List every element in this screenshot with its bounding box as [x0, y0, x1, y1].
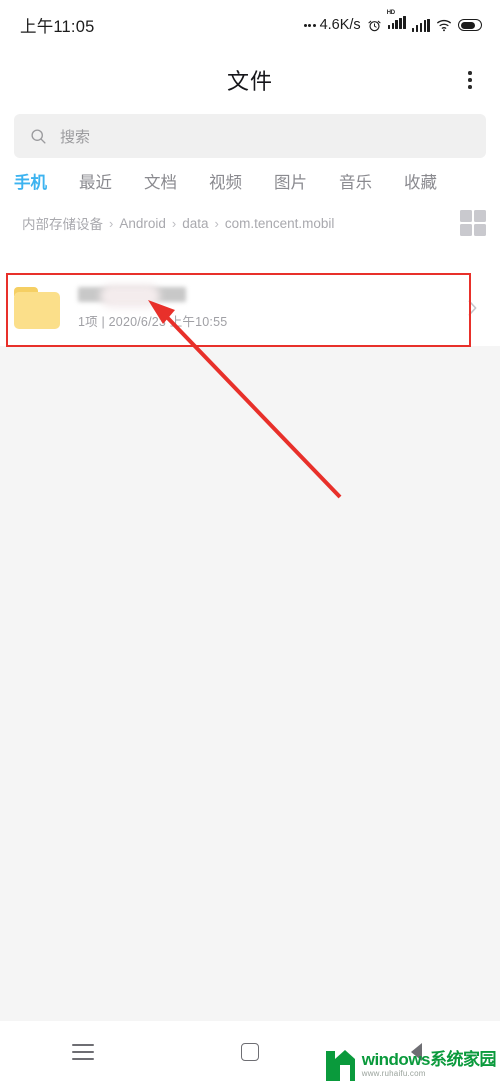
dot [468, 71, 472, 76]
breadcrumb-separator: › [171, 215, 177, 231]
status-bar: 上午11:05 4.6K/s HD [0, 0, 500, 50]
breadcrumb-item-android[interactable]: Android [119, 216, 166, 231]
dot [468, 78, 472, 82]
tab-documents[interactable]: 文档 [144, 169, 177, 193]
square-icon [240, 1043, 259, 1061]
overflow-menu-button[interactable] [453, 63, 487, 97]
menu-icon [72, 1044, 95, 1060]
grid-cell [474, 224, 486, 236]
category-tabs[interactable]: 手机 最近 文档 视频 图片 音乐 收藏 [0, 158, 500, 204]
signal-bars [387, 16, 406, 29]
search-input[interactable]: 搜索 [14, 114, 486, 158]
hd-label: HD [386, 10, 395, 16]
tab-images[interactable]: 图片 [274, 169, 307, 193]
chevron-right-icon [468, 300, 477, 316]
search-icon [31, 128, 46, 144]
network-speed-label: 4.6K/s [319, 17, 361, 33]
watermark-logo-icon [325, 1050, 355, 1081]
watermark-url: www.ruhaifu.com [361, 1069, 426, 1078]
status-icons: 4.6K/s HD [303, 10, 482, 34]
table-row[interactable]: 1项 | 2020/6/23 上午10:55 [0, 270, 500, 346]
grid-cell [460, 210, 472, 222]
grid-cell [460, 224, 472, 236]
redaction-smudge [100, 284, 160, 308]
signal-hd-icon: HD [387, 10, 406, 34]
tab-phone[interactable]: 手机 [14, 169, 47, 193]
wifi-icon [437, 19, 451, 32]
grid-cell [474, 210, 486, 222]
file-list: 1项 | 2020/6/23 上午10:55 [0, 270, 500, 1083]
folder-icon [14, 287, 60, 329]
site-watermark: windows系统家园 www.ruhaifu.com [325, 1045, 497, 1081]
alarm-clock-icon [368, 20, 381, 31]
tab-recent[interactable]: 最近 [79, 169, 112, 193]
watermark-title: windows系统家园 [361, 1050, 497, 1069]
folder-meta: 1项 | 2020/6/23 上午10:55 [78, 314, 228, 329]
breadcrumb-item-storage[interactable]: 内部存储设备 [22, 213, 103, 233]
home-button[interactable] [215, 1029, 285, 1075]
watermark-text: windows系统家园 www.ruhaifu.com [361, 1050, 497, 1081]
breadcrumb[interactable]: 内部存储设备 › Android › data › com.tencent.mo… [22, 213, 452, 233]
search-section: 搜索 [0, 110, 500, 158]
tab-favorites[interactable]: 收藏 [404, 169, 437, 193]
tab-music[interactable]: 音乐 [339, 169, 372, 193]
network-speed: 4.6K/s [303, 17, 361, 33]
folder-body [14, 292, 60, 329]
status-time: 上午11:05 [20, 18, 95, 36]
dots-icon [303, 23, 316, 27]
watermark-ghost [447, 1033, 454, 1043]
recents-button[interactable] [48, 1029, 118, 1075]
breadcrumb-separator: › [214, 215, 219, 231]
page-title: 文件 [226, 69, 273, 94]
app-bar: 文件 [0, 50, 500, 110]
grid-view-icon[interactable] [460, 210, 486, 236]
battery-icon [458, 18, 482, 32]
signal-icon [411, 18, 430, 32]
breadcrumb-bar: 内部存储设备 › Android › data › com.tencent.mo… [0, 204, 500, 242]
tab-videos[interactable]: 视频 [209, 169, 242, 193]
breadcrumb-separator: › [109, 215, 114, 231]
battery-fill [460, 21, 475, 29]
breadcrumb-item-package[interactable]: com.tencent.mobil [225, 216, 335, 231]
breadcrumb-item-data[interactable]: data [182, 216, 208, 231]
search-placeholder: 搜索 [60, 128, 91, 146]
dot [468, 84, 472, 89]
